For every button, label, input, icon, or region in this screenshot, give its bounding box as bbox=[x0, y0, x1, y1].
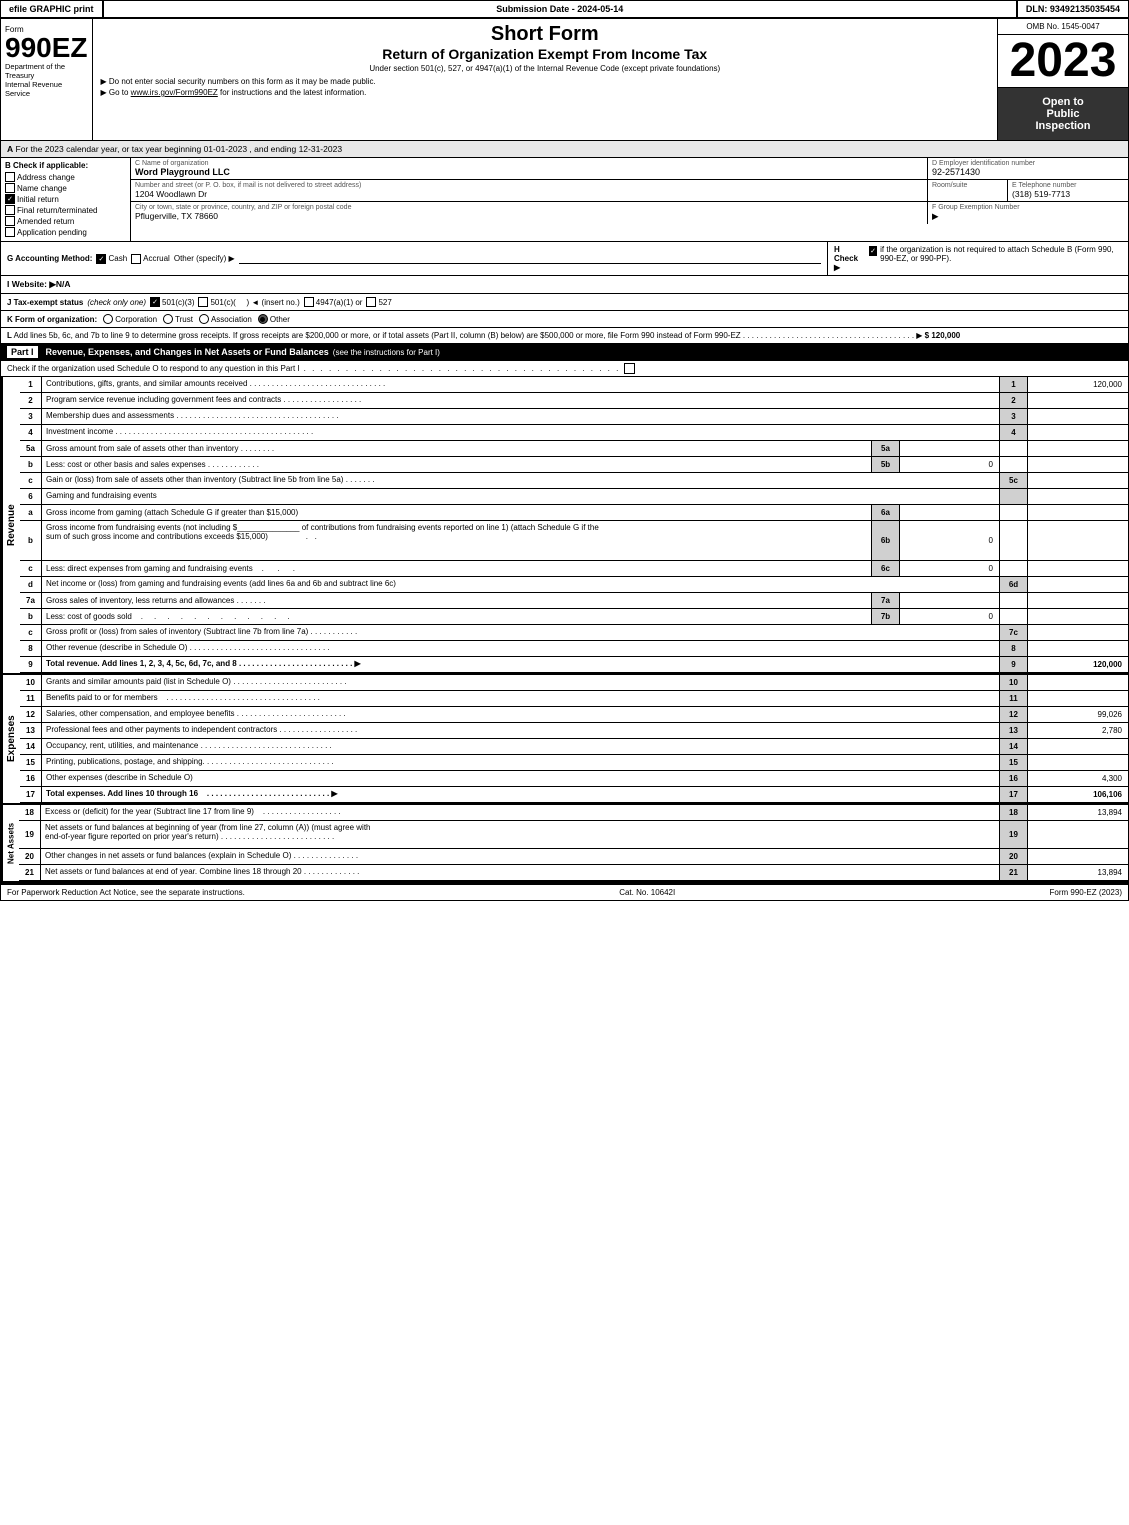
ein-label: D Employer identification number bbox=[932, 160, 1124, 167]
table-row: 7a Gross sales of inventory, less return… bbox=[20, 593, 1128, 609]
final-return-check[interactable]: Final return/terminated bbox=[5, 205, 126, 215]
h-check-section: H Check ▶ ✓ if the organization is not r… bbox=[828, 242, 1128, 275]
table-row: 5a Gross amount from sale of assets othe… bbox=[20, 441, 1128, 457]
dln: DLN: 93492135035454 bbox=[1018, 1, 1128, 17]
table-row: 14 Occupancy, rent, utilities, and maint… bbox=[20, 739, 1128, 755]
table-row: b Gross income from fundraising events (… bbox=[20, 521, 1128, 561]
address-label: Number and street (or P. O. box, if mail… bbox=[135, 182, 923, 189]
part1-check-row: Check if the organization used Schedule … bbox=[1, 361, 1128, 377]
group-value: ▶ bbox=[932, 211, 1124, 222]
instruction-2: ▶ Go to www.irs.gov/Form990EZ for instru… bbox=[101, 88, 990, 97]
check-applicable-label: B Check if applicable: bbox=[5, 161, 126, 170]
short-form-title: Short Form bbox=[101, 23, 990, 46]
phone-label: E Telephone number bbox=[1012, 182, 1124, 189]
accounting-section: G Accounting Method: ✓ Cash Accrual Othe… bbox=[1, 242, 828, 275]
dept-line3: Internal Revenue bbox=[5, 80, 88, 89]
table-row: 18 Excess or (deficit) for the year (Sub… bbox=[19, 805, 1128, 821]
address-change-check[interactable]: Address change bbox=[5, 172, 126, 182]
table-row: d Net income or (loss) from gaming and f… bbox=[20, 577, 1128, 593]
name-change-check[interactable]: Name change bbox=[5, 183, 126, 193]
table-row: 10 Grants and similar amounts paid (list… bbox=[20, 675, 1128, 691]
amended-return-check[interactable]: Amended return bbox=[5, 216, 126, 226]
table-row: c Less: direct expenses from gaming and … bbox=[20, 561, 1128, 577]
section-a: A For the 2023 calendar year, or tax yea… bbox=[1, 141, 1128, 158]
table-row: 17 Total expenses. Add lines 10 through … bbox=[20, 787, 1128, 803]
net-assets-side-label: Net Assets bbox=[1, 805, 19, 881]
main-title: Return of Organization Exempt From Incom… bbox=[101, 46, 990, 62]
table-row: 2 Program service revenue including gove… bbox=[20, 393, 1128, 409]
part1-header: Part I Revenue, Expenses, and Changes in… bbox=[1, 344, 1128, 361]
table-row: c Gross profit or (loss) from sales of i… bbox=[20, 625, 1128, 641]
table-row: 3 Membership dues and assessments . . . … bbox=[20, 409, 1128, 425]
table-row: 13 Professional fees and other payments … bbox=[20, 723, 1128, 739]
gross-receipts-section: L Add lines 5b, 6c, and 7b to line 9 to … bbox=[1, 328, 1128, 344]
efile-label: efile GRAPHIC print bbox=[1, 1, 104, 17]
table-row: 16 Other expenses (describe in Schedule … bbox=[20, 771, 1128, 787]
submission-date: Submission Date - 2024-05-14 bbox=[104, 1, 1018, 17]
table-row: 15 Printing, publications, postage, and … bbox=[20, 755, 1128, 771]
table-row: 11 Benefits paid to or for members . . .… bbox=[20, 691, 1128, 707]
dept-line1: Department of the bbox=[5, 62, 88, 71]
footer: For Paperwork Reduction Act Notice, see … bbox=[1, 883, 1128, 900]
open-to-inspection: Open to Public Inspection bbox=[998, 88, 1128, 140]
table-row: 12 Salaries, other compensation, and emp… bbox=[20, 707, 1128, 723]
application-pending-check[interactable]: Application pending bbox=[5, 227, 126, 237]
tax-exempt-section: J Tax-exempt status (check only one) ✓ 5… bbox=[1, 294, 1128, 311]
ein-value: 92-2571430 bbox=[932, 167, 1124, 177]
org-name-value: Word Playground LLC bbox=[135, 167, 923, 177]
revenue-side-label: Revenue bbox=[1, 377, 20, 673]
dept-line2: Treasury bbox=[5, 71, 88, 80]
form-number: 990EZ bbox=[5, 34, 88, 62]
city-value: Pflugerville, TX 78660 bbox=[135, 211, 923, 221]
instruction-1: ▶ Do not enter social security numbers o… bbox=[101, 77, 990, 86]
initial-return-check[interactable]: ✓ Initial return bbox=[5, 194, 126, 204]
table-row: 19 Net assets or fund balances at beginn… bbox=[19, 821, 1128, 849]
table-row: 8 Other revenue (describe in Schedule O)… bbox=[20, 641, 1128, 657]
org-name-label: C Name of organization bbox=[135, 160, 923, 167]
form-subtitle: Under section 501(c), 527, or 4947(a)(1)… bbox=[101, 64, 990, 73]
expenses-side-label: Expenses bbox=[1, 675, 20, 803]
table-row: b Less: cost of goods sold . . . . . . .… bbox=[20, 609, 1128, 625]
room-label: Room/suite bbox=[932, 182, 1003, 189]
table-row: a Gross income from gaming (attach Sched… bbox=[20, 505, 1128, 521]
form-of-org-section: K Form of organization: Corporation Trus… bbox=[1, 311, 1128, 328]
omb-number: OMB No. 1545-0047 bbox=[998, 19, 1128, 35]
table-row: 4 Investment income . . . . . . . . . . … bbox=[20, 425, 1128, 441]
table-row: 1 Contributions, gifts, grants, and simi… bbox=[20, 377, 1128, 393]
table-row: 9 Total revenue. Add lines 1, 2, 3, 4, 5… bbox=[20, 657, 1128, 673]
phone-value: (318) 519-7713 bbox=[1012, 189, 1124, 199]
group-label: F Group Exemption Number bbox=[932, 204, 1124, 211]
website-section: I Website: ▶N/A bbox=[1, 276, 1128, 294]
address-value: 1204 Woodlawn Dr bbox=[135, 189, 923, 199]
table-row: c Gain or (loss) from sale of assets oth… bbox=[20, 473, 1128, 489]
city-label: City or town, state or province, country… bbox=[135, 204, 923, 211]
table-row: 20 Other changes in net assets or fund b… bbox=[19, 849, 1128, 865]
year-box: 2023 bbox=[998, 35, 1128, 88]
table-row: 21 Net assets or fund balances at end of… bbox=[19, 865, 1128, 881]
table-row: 6 Gaming and fundraising events bbox=[20, 489, 1128, 505]
dept-line4: Service bbox=[5, 89, 88, 98]
table-row: b Less: cost or other basis and sales ex… bbox=[20, 457, 1128, 473]
